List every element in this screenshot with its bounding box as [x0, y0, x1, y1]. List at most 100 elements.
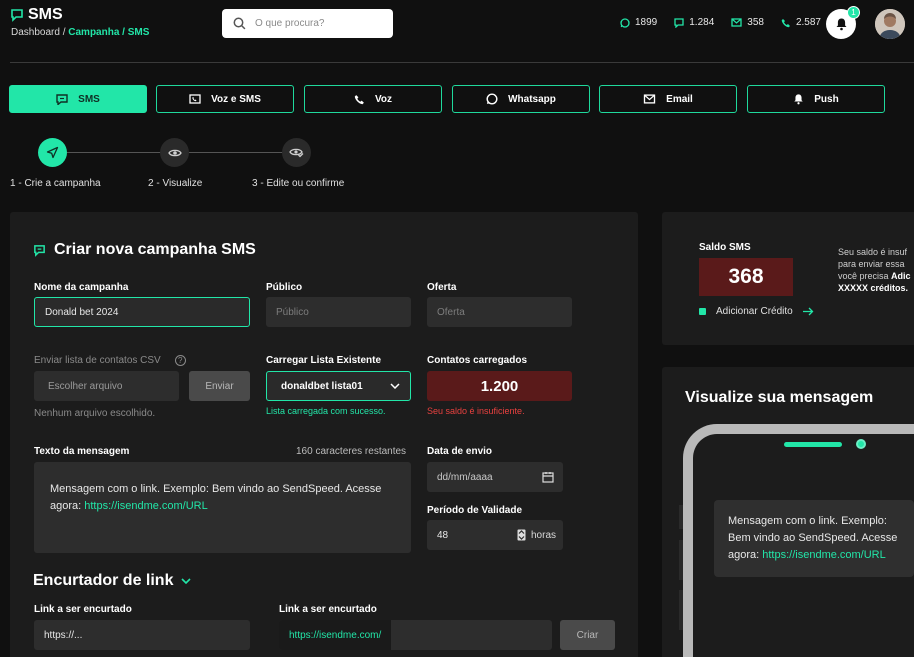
message-icon: [674, 17, 684, 28]
app-title: SMS: [10, 6, 63, 24]
header-divider: [10, 62, 914, 63]
shortener-title[interactable]: Encurtador de link: [33, 572, 192, 590]
tab-whatsapp[interactable]: Whatsapp: [452, 85, 590, 113]
link-input-1[interactable]: https://...: [34, 620, 250, 650]
file-status: Nenhum arquivo escolhido.: [34, 408, 156, 419]
step-3-label: 3 - Edite ou confirme: [252, 178, 345, 189]
send-icon: [46, 146, 59, 159]
calendar-icon[interactable]: [542, 471, 554, 483]
preview-title: Visualize sua mensagem: [685, 389, 874, 406]
phone-camera: [856, 439, 866, 449]
campaign-name-input[interactable]: Donald bet 2024: [34, 297, 250, 327]
chat-icon: [34, 244, 45, 257]
validity-input[interactable]: 48 horas: [427, 520, 563, 550]
avatar[interactable]: [875, 9, 905, 39]
eye-icon: [167, 149, 182, 156]
page-title: SMS: [28, 6, 63, 23]
phone-side-button: [679, 590, 683, 630]
send-csv-button[interactable]: Enviar: [189, 371, 250, 401]
message-textarea[interactable]: Mensagem com o link. Exemplo: Bem vindo …: [34, 462, 411, 553]
create-link-button[interactable]: Criar: [560, 620, 615, 650]
email-icon: [643, 94, 656, 104]
send-date-input[interactable]: dd/mm/aaaa: [427, 462, 563, 492]
audience-label: Público: [266, 282, 303, 293]
bell-icon: [836, 18, 846, 31]
search-box[interactable]: [222, 9, 393, 38]
search-input[interactable]: [255, 18, 375, 29]
breadcrumb-campanha[interactable]: Campanha: [68, 27, 119, 38]
message-link[interactable]: https://isendme.com/URL: [84, 500, 208, 512]
stats-bar: 1899 1.284 358 2.587: [620, 17, 821, 28]
tab-voz[interactable]: Voz: [304, 85, 442, 113]
send-date-label: Data de envio: [427, 446, 493, 457]
validity-label: Período de Validade: [427, 505, 523, 516]
message-label: Texto da mensagem: [34, 446, 130, 457]
preview-link[interactable]: https://isendme.com/URL: [762, 549, 886, 561]
balance-note: Seu saldo é insuf para enviar essa você …: [838, 247, 911, 293]
existing-list-select[interactable]: donaldbet lista01: [266, 371, 411, 401]
link-label-1: Link a ser encurtado: [34, 604, 132, 615]
choose-file-button[interactable]: Escolher arquivo: [34, 371, 179, 401]
chat-icon: [11, 9, 23, 22]
tab-push[interactable]: Push: [747, 85, 885, 113]
status-dot: [699, 308, 706, 315]
phone-side-button: [679, 505, 683, 529]
offer-input[interactable]: Oferta: [427, 297, 572, 327]
audience-input[interactable]: Público: [266, 297, 411, 327]
step-1-label: 1 - Crie a campanha: [10, 178, 101, 189]
stepper-icon[interactable]: [517, 529, 526, 541]
bell-icon: [794, 94, 803, 105]
stat-calls: 2.587: [781, 17, 821, 28]
whatsapp-icon: [486, 93, 498, 105]
campaign-form-panel: [10, 212, 638, 657]
short-link-value: https://isendme.com/: [279, 620, 392, 650]
stat-email: 358: [731, 17, 764, 28]
notifications-button[interactable]: 1: [826, 6, 860, 39]
eye-check-icon: [289, 148, 304, 158]
breadcrumb-sms: SMS: [127, 27, 150, 38]
char-counter: 160 caracteres restantes: [296, 446, 407, 457]
search-icon: [233, 17, 246, 30]
stat-messages: 1.284: [674, 17, 714, 28]
tab-sms[interactable]: SMS: [9, 85, 147, 113]
link-input-2[interactable]: https://isendme.com/: [279, 620, 552, 650]
breadcrumb: Dashboard / Campanha / SMS: [11, 27, 150, 38]
tab-voz-e-sms[interactable]: Voz e SMS: [156, 85, 294, 113]
campaign-name-label: Nome da campanha: [34, 282, 129, 293]
form-title: Criar nova campanha SMS: [33, 241, 256, 259]
add-credit-link[interactable]: Adicionar Crédito: [699, 306, 814, 317]
step-connector: [67, 152, 161, 153]
chevron-down-icon: [390, 383, 400, 389]
contacts-label: Contatos carregados: [427, 355, 528, 366]
phone-icon: [354, 94, 364, 104]
step-2-label: 2 - Visualize: [148, 178, 203, 189]
message-preview-bubble: Mensagem com o link. Exemplo: Bem vindo …: [714, 500, 914, 577]
balance-warning: Seu saldo é insuficiente.: [427, 406, 525, 416]
list-status: Lista carregada com sucesso.: [266, 406, 386, 416]
notification-badge: 1: [847, 6, 860, 19]
breadcrumb-dashboard[interactable]: Dashboard: [11, 27, 60, 38]
balance-title: Saldo SMS: [699, 242, 751, 253]
arrow-right-icon: [802, 307, 814, 316]
phone-speaker: [784, 442, 842, 447]
csv-label: Enviar lista de contatos CSV ?: [34, 355, 186, 366]
tab-email[interactable]: Email: [599, 85, 737, 113]
voice-sms-icon: [189, 93, 201, 104]
step-1-circle[interactable]: [38, 138, 67, 167]
contacts-count: 1.200: [427, 371, 572, 401]
validity-unit: horas: [530, 529, 556, 541]
help-icon[interactable]: ?: [174, 355, 186, 366]
whatsapp-icon: [620, 17, 630, 28]
step-2-circle[interactable]: [160, 138, 189, 167]
chevron-down-icon: [181, 578, 192, 584]
phone-icon: [781, 18, 790, 27]
sms-icon: [56, 93, 68, 105]
link-label-2: Link a ser encurtado: [279, 604, 377, 615]
step-3-circle[interactable]: [282, 138, 311, 167]
existing-list-label: Carregar Lista Existente: [266, 355, 382, 366]
offer-label: Oferta: [427, 282, 457, 293]
phone-side-button: [679, 540, 683, 580]
stat-whatsapp: 1899: [620, 17, 657, 28]
email-icon: [731, 18, 742, 27]
balance-value: 368: [699, 258, 793, 296]
